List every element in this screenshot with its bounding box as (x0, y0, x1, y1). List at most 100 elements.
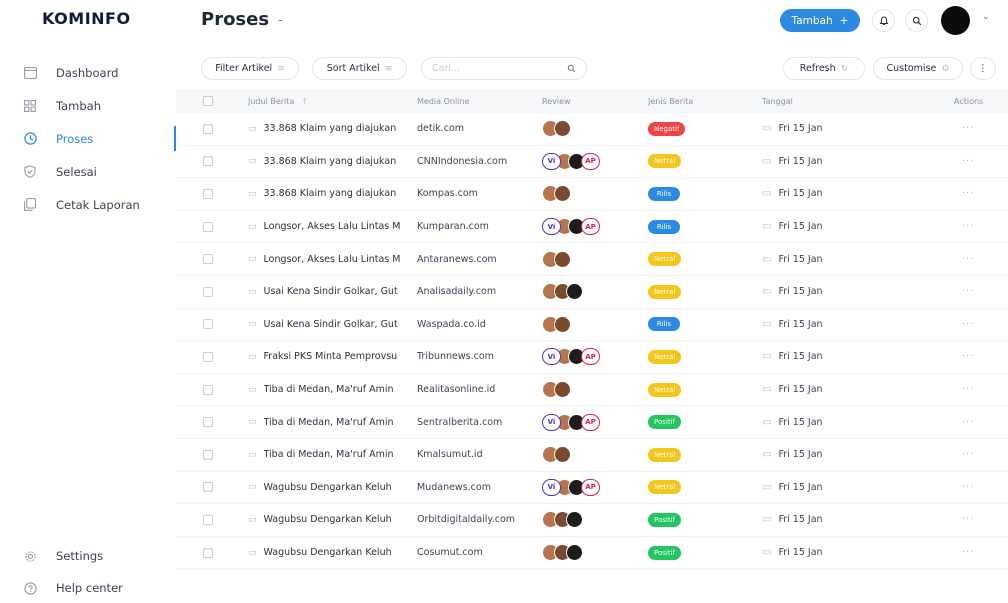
table-row[interactable]: ▭ Longsor, Akses Lalu Lintas M Antaranews.… (176, 243, 1008, 276)
table-row[interactable]: ▭ Usai Kena Sindir Golkar, Gut Analisadail… (176, 276, 1008, 309)
row-checkbox[interactable] (203, 482, 213, 493)
title-cell[interactable]: ▭ Usai Kena Sindir Golkar, Gut (248, 309, 419, 341)
table-row[interactable]: ▭ Wagubsu Dengarkan Keluh Mudanews.com Vi AP… (176, 472, 1008, 505)
row-checkbox-cell[interactable] (203, 243, 213, 275)
sort-artikel-button[interactable]: Sort Artikel ≡ (312, 57, 407, 80)
title-cell[interactable]: ▭ Wagubsu Dengarkan Keluh (248, 472, 419, 504)
row-checkbox[interactable] (203, 319, 213, 330)
row-checkbox-cell[interactable] (203, 406, 213, 438)
title-cell[interactable]: ▭ Fraksi PKS Minta Pemprovsu (248, 341, 419, 373)
more-horizontal-icon[interactable]: ··· (962, 156, 975, 167)
sidebar-item-dashboard[interactable]: Dashboard (0, 56, 176, 89)
actions-cell[interactable]: ··· (962, 406, 975, 438)
actions-cell[interactable]: ··· (962, 472, 975, 504)
avatar[interactable] (941, 6, 970, 35)
app-logo[interactable]: KOMINFO (42, 9, 131, 28)
row-checkbox-cell[interactable] (203, 439, 213, 471)
row-checkbox[interactable] (203, 286, 213, 297)
refresh-button[interactable]: Refresh ↻ (783, 57, 865, 80)
sidebar-item-selesai[interactable]: Selesai (0, 155, 176, 188)
title-cell[interactable]: ▭ 33.868 Klaim yang diajukan (248, 113, 419, 145)
title-cell[interactable]: ▭ Usai Kena Sindir Golkar, Gut (248, 276, 419, 308)
more-horizontal-icon[interactable]: ··· (962, 547, 975, 558)
table-row[interactable]: ▭ Fraksi PKS Minta Pemprovsu Tribunnews.co… (176, 341, 1008, 374)
row-checkbox[interactable] (203, 254, 213, 265)
table-row[interactable]: ▭ Tiba di Medan, Ma'ruf Amin Realitasonlin… (176, 374, 1008, 407)
more-horizontal-icon[interactable]: ··· (962, 286, 975, 297)
more-horizontal-icon[interactable]: ··· (962, 482, 975, 493)
row-checkbox[interactable] (203, 123, 213, 134)
row-checkbox-cell[interactable] (203, 146, 213, 178)
row-checkbox[interactable] (203, 188, 213, 199)
header-checkbox-cell[interactable] (203, 89, 213, 113)
sidebar-item-settings[interactable]: Settings (0, 540, 176, 572)
chevron-down-icon[interactable]: ⌄ (982, 12, 990, 22)
more-horizontal-icon[interactable]: ··· (962, 221, 975, 232)
sidebar-item-tambah[interactable]: Tambah (0, 89, 176, 122)
table-row[interactable]: ▭ Wagubsu Dengarkan Keluh Orbitdigitaldail… (176, 504, 1008, 537)
actions-cell[interactable]: ··· (962, 439, 975, 471)
table-row[interactable]: ▭ 33.868 Klaim yang diajukan Kompas.com Ril… (176, 178, 1008, 211)
actions-cell[interactable]: ··· (962, 537, 975, 569)
row-checkbox-cell[interactable] (203, 341, 213, 373)
table-row[interactable]: ▭ 33.868 Klaim yang diajukan CNNIndonesia.… (176, 146, 1008, 179)
row-checkbox[interactable] (203, 514, 213, 525)
filter-artikel-button[interactable]: Filter Artikel ≡ (201, 57, 299, 80)
row-checkbox[interactable] (203, 449, 213, 460)
select-all-checkbox[interactable] (203, 96, 213, 106)
title-cell[interactable]: ▭ 33.868 Klaim yang diajukan (248, 178, 419, 210)
actions-cell[interactable]: ··· (962, 243, 975, 275)
row-checkbox-cell[interactable] (203, 309, 213, 341)
title-cell[interactable]: ▭ Longsor, Akses Lalu Lintas M (248, 211, 419, 243)
sort-arrow-icon[interactable]: ↑ (301, 97, 308, 106)
search-field[interactable] (421, 57, 587, 80)
more-horizontal-icon[interactable]: ··· (962, 384, 975, 395)
more-horizontal-icon[interactable]: ··· (962, 449, 975, 460)
row-checkbox[interactable] (203, 547, 213, 558)
sidebar-item-proses[interactable]: Proses (0, 122, 176, 155)
actions-cell[interactable]: ··· (962, 113, 975, 145)
more-horizontal-icon[interactable]: ··· (962, 254, 975, 265)
header-judul[interactable]: Judul Berita ↑ (248, 89, 308, 113)
more-horizontal-icon[interactable]: ··· (962, 123, 975, 134)
actions-cell[interactable]: ··· (962, 504, 975, 536)
title-cell[interactable]: ▭ Tiba di Medan, Ma'ruf Amin (248, 406, 419, 438)
actions-cell[interactable]: ··· (962, 146, 975, 178)
actions-cell[interactable]: ··· (962, 341, 975, 373)
table-row[interactable]: ▭ Wagubsu Dengarkan Keluh Cosumut.com Posit… (176, 537, 1008, 570)
table-row[interactable]: ▭ Tiba di Medan, Ma'ruf Amin Kmalsumut.id N… (176, 439, 1008, 472)
header-search-button[interactable] (905, 9, 928, 32)
title-cell[interactable]: ▭ Longsor, Akses Lalu Lintas M (248, 243, 419, 275)
row-checkbox-cell[interactable] (203, 113, 213, 145)
more-options-button[interactable]: ⋮ (970, 57, 996, 80)
more-horizontal-icon[interactable]: ··· (962, 514, 975, 525)
search-input[interactable] (432, 63, 567, 74)
table-row[interactable]: ▭ Tiba di Medan, Ma'ruf Amin Sentralberita… (176, 406, 1008, 439)
customise-button[interactable]: Customise ⚙ (873, 57, 963, 80)
sidebar-item-cetak-laporan[interactable]: Cetak Laporan (0, 188, 176, 221)
page-title-caret-icon[interactable]: - (278, 13, 282, 27)
row-checkbox-cell[interactable] (203, 211, 213, 243)
title-cell[interactable]: ▭ Tiba di Medan, Ma'ruf Amin (248, 374, 419, 406)
row-checkbox[interactable] (203, 156, 213, 167)
row-checkbox[interactable] (203, 384, 213, 395)
row-checkbox[interactable] (203, 351, 213, 362)
row-checkbox-cell[interactable] (203, 374, 213, 406)
actions-cell[interactable]: ··· (962, 178, 975, 210)
row-checkbox-cell[interactable] (203, 178, 213, 210)
page-title[interactable]: Proses - (201, 9, 282, 30)
table-row[interactable]: ▭ Longsor, Akses Lalu Lintas M Kumparan.co… (176, 211, 1008, 244)
tambah-button[interactable]: Tambah + (780, 9, 860, 32)
row-checkbox[interactable] (203, 221, 213, 232)
title-cell[interactable]: ▭ Wagubsu Dengarkan Keluh (248, 504, 419, 536)
row-checkbox[interactable] (203, 417, 213, 428)
actions-cell[interactable]: ··· (962, 374, 975, 406)
actions-cell[interactable]: ··· (962, 276, 975, 308)
bell-button[interactable] (872, 9, 895, 32)
title-cell[interactable]: ▭ Tiba di Medan, Ma'ruf Amin (248, 439, 419, 471)
actions-cell[interactable]: ··· (962, 211, 975, 243)
title-cell[interactable]: ▭ 33.868 Klaim yang diajukan (248, 146, 419, 178)
row-checkbox-cell[interactable] (203, 276, 213, 308)
title-cell[interactable]: ▭ Wagubsu Dengarkan Keluh (248, 537, 419, 569)
more-horizontal-icon[interactable]: ··· (962, 319, 975, 330)
